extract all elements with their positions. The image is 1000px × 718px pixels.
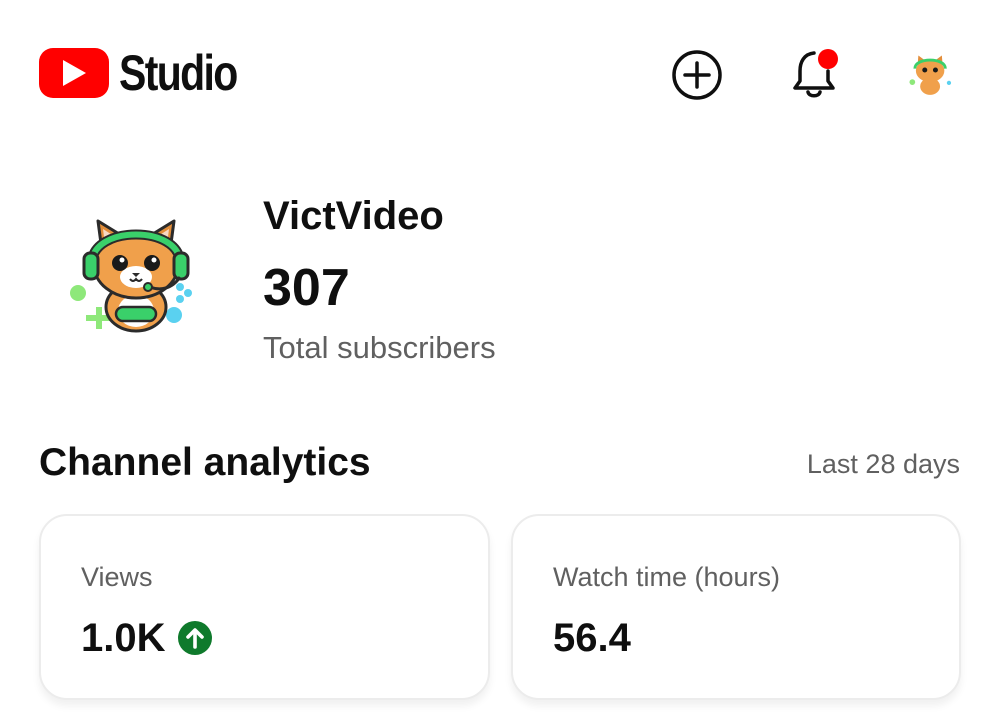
subscriber-count: 307	[263, 259, 350, 317]
app-header: Studio	[0, 0, 1000, 150]
bell-icon	[793, 49, 838, 98]
studio-logo-text: Studio	[119, 45, 238, 101]
watch-time-value-row: 56.4	[553, 614, 631, 662]
plus-circle-icon	[672, 50, 722, 100]
studio-logo[interactable]: Studio	[39, 48, 263, 98]
views-value: 1.0K	[81, 616, 166, 660]
cat-avatar-icon	[909, 55, 952, 95]
watch-time-value: 56.4	[553, 616, 631, 660]
subscriber-label: Total subscribers	[263, 330, 496, 365]
notifications-button[interactable]	[788, 45, 844, 103]
views-value-row: 1.0K	[81, 614, 212, 662]
arrow-up-circle-icon	[177, 621, 212, 655]
channel-name: VictVideo	[263, 194, 444, 238]
notification-dot	[818, 49, 838, 69]
watch-time-label: Watch time (hours)	[553, 562, 781, 592]
create-button[interactable]	[670, 48, 724, 102]
channel-avatar[interactable]	[68, 215, 203, 335]
views-card[interactable]: Views 1.0K	[39, 514, 490, 700]
gamer-cat-avatar-icon	[70, 219, 192, 333]
account-avatar-button[interactable]	[907, 52, 955, 98]
views-label: Views	[81, 562, 153, 592]
analytics-title: Channel analytics	[39, 441, 371, 484]
channel-summary: VictVideo 307 Total subscribers	[0, 170, 1000, 380]
youtube-play-icon	[39, 48, 109, 98]
analytics-date-range: Last 28 days	[806, 449, 960, 479]
watch-time-card[interactable]: Watch time (hours) 56.4	[511, 514, 961, 700]
